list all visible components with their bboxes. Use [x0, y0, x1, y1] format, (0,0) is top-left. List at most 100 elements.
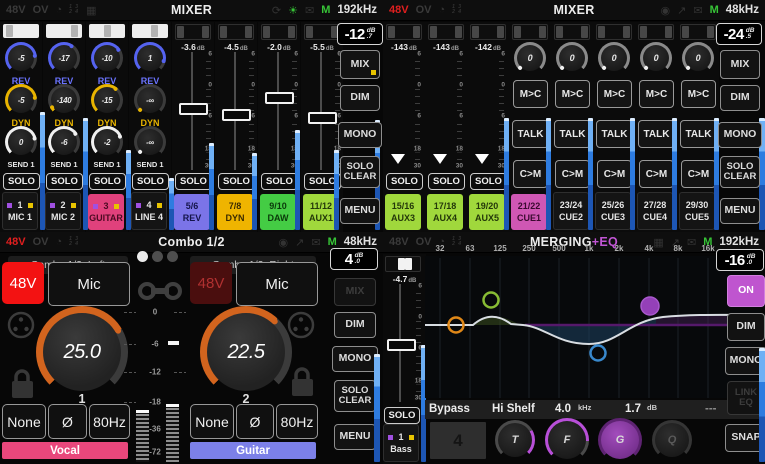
phase-button-right[interactable]: Ø	[236, 404, 274, 439]
fader-handle-triangle[interactable]	[391, 154, 405, 164]
reverb-knob[interactable]: -5	[5, 42, 38, 74]
buoy-icon[interactable]: ◉	[279, 236, 289, 249]
lock-icon[interactable]	[288, 364, 316, 398]
channel-label[interactable]: 1 MIC 1	[2, 192, 38, 230]
mono-button[interactable]: MONO	[338, 122, 382, 148]
solo-button[interactable]: SOLO	[261, 173, 298, 190]
solo-clear-button[interactable]: SOLO CLEAR	[340, 156, 380, 188]
send-knob[interactable]: -2	[91, 126, 123, 158]
cue-level-knob[interactable]: 0	[598, 42, 630, 74]
pan-handle-left[interactable]	[514, 26, 521, 38]
bus-label[interactable]: 15/16 AUX3	[385, 194, 421, 230]
clock-icon[interactable]: ◔	[55, 236, 62, 248]
stereo-pan-slider[interactable]	[175, 24, 211, 40]
dim-button[interactable]: DIM	[340, 85, 380, 111]
mail-icon[interactable]: ✉	[311, 236, 320, 249]
eq-band4-handle[interactable]	[640, 296, 660, 316]
pan-handle-right[interactable]	[581, 26, 588, 38]
lamp-icon[interactable]: ☀	[288, 4, 298, 17]
dim-button[interactable]: DIM	[727, 313, 765, 341]
bus-label[interactable]: 19/20 AUX5	[469, 194, 505, 230]
eq-q-knob[interactable]: Q	[652, 420, 692, 460]
main-to-cue-button[interactable]: M>C	[513, 80, 548, 108]
master-db-display[interactable]: -16 dB .0	[716, 249, 764, 271]
reverb-knob[interactable]: 1	[134, 42, 167, 74]
pan-handle-right[interactable]	[288, 26, 295, 38]
pan-handle-left[interactable]	[640, 26, 647, 38]
pan-handle-right[interactable]	[455, 26, 462, 38]
mono-button[interactable]: MONO	[718, 122, 762, 148]
gain-knob-right[interactable]: 22.5	[200, 306, 292, 398]
mix-button[interactable]: MIX	[340, 50, 380, 79]
cue-level-knob[interactable]: 0	[514, 42, 546, 74]
stereo-pan-slider[interactable]	[304, 24, 340, 40]
main-to-cue-button[interactable]: M>C	[555, 80, 590, 108]
cue-to-main-button[interactable]: C>M	[555, 160, 590, 188]
cue-to-main-button[interactable]: C>M	[681, 160, 716, 188]
bus-label[interactable]: 27/28 CUE4	[637, 192, 673, 230]
pan-handle-left[interactable]	[306, 26, 313, 38]
channel-label[interactable]: 3 GUITAR	[88, 194, 124, 230]
fader-handle[interactable]	[265, 92, 294, 104]
solo-button[interactable]: SOLO	[132, 173, 169, 190]
gain-knob-left[interactable]: 25.0	[36, 306, 128, 398]
page-dot-1[interactable]	[137, 251, 148, 262]
solo-button[interactable]: SOLO	[384, 407, 420, 424]
phantom-48v-button-left[interactable]: 48V	[2, 262, 44, 304]
recycle-icon[interactable]: ⟳	[272, 4, 281, 17]
eq-graph[interactable]	[425, 256, 761, 398]
pan-handle[interactable]	[150, 25, 158, 37]
fader-handle[interactable]	[387, 339, 416, 351]
channel-label[interactable]: 2 MIC 2	[45, 192, 81, 230]
fader-handle[interactable]	[308, 112, 337, 124]
eq-type-knob[interactable]: T	[495, 420, 535, 460]
fader-track[interactable]	[277, 52, 279, 170]
lowcut-button-left[interactable]: 80Hz	[89, 404, 130, 439]
phase-button-left[interactable]: Ø	[48, 404, 87, 439]
pan-handle-left[interactable]	[430, 26, 437, 38]
menu-button[interactable]: MENU	[334, 424, 376, 450]
bus-label[interactable]: 7/8 DYN	[217, 194, 253, 230]
phantom-48v-button-right[interactable]: 48V	[190, 262, 232, 304]
pan-handle-left[interactable]	[682, 26, 689, 38]
bus-label[interactable]: 25/26 CUE3	[595, 192, 631, 230]
pan-handle-left[interactable]	[220, 26, 227, 38]
solo-clear-button[interactable]: SOLO CLEAR	[334, 380, 376, 412]
autoset-button-left[interactable]: None	[2, 404, 46, 439]
mix-button[interactable]: MIX	[334, 278, 376, 306]
pan-handle-left[interactable]	[388, 26, 395, 38]
solo-clear-button[interactable]: SOLO CLEAR	[720, 156, 760, 188]
channel-label[interactable]: 1 Bass	[383, 424, 419, 462]
buoy-icon[interactable]: ◉	[661, 4, 671, 17]
dynamics-knob[interactable]: -5	[5, 84, 38, 116]
master-db-display[interactable]: -24 dB .5	[716, 23, 762, 45]
clock-icon[interactable]: ◔	[55, 4, 62, 16]
pan-handle-left[interactable]	[177, 26, 184, 38]
pan-handle-right[interactable]	[539, 26, 546, 38]
stereo-pan-slider[interactable]	[385, 256, 421, 272]
reverb-knob[interactable]: -17	[48, 42, 80, 74]
fader-track[interactable]	[320, 52, 322, 170]
pan-handle-left[interactable]	[598, 26, 605, 38]
send-knob[interactable]: -6	[48, 126, 80, 158]
pan-slider[interactable]	[89, 24, 125, 38]
stereo-pan-slider[interactable]	[218, 24, 254, 40]
pan-handle-right[interactable]	[245, 26, 252, 38]
solo-button[interactable]: SOLO	[46, 173, 83, 190]
autoset-button-right[interactable]: None	[190, 404, 234, 439]
overload-indicator[interactable]: OV	[33, 236, 49, 248]
phantom-indicator[interactable]: 48V	[389, 4, 409, 16]
bus-label[interactable]: 21/22 CUE1	[511, 194, 547, 230]
fader-handle-triangle[interactable]	[475, 154, 489, 164]
dynamics-knob[interactable]: -15	[91, 84, 123, 116]
main-to-cue-button[interactable]: M>C	[681, 80, 716, 108]
phantom-indicator[interactable]: 48V	[6, 236, 26, 248]
gain-value[interactable]: 1.7	[625, 403, 641, 415]
menu-button[interactable]: MENU	[720, 198, 760, 224]
phantom-indicator[interactable]: 48V	[389, 236, 409, 248]
master-db-display[interactable]: -12 dB .7	[337, 23, 383, 45]
overload-indicator[interactable]: OV	[33, 4, 49, 16]
grid-icon[interactable]: ▦	[86, 4, 96, 17]
pan-handle-right[interactable]	[665, 26, 672, 38]
fader-handle-triangle[interactable]	[433, 154, 447, 164]
